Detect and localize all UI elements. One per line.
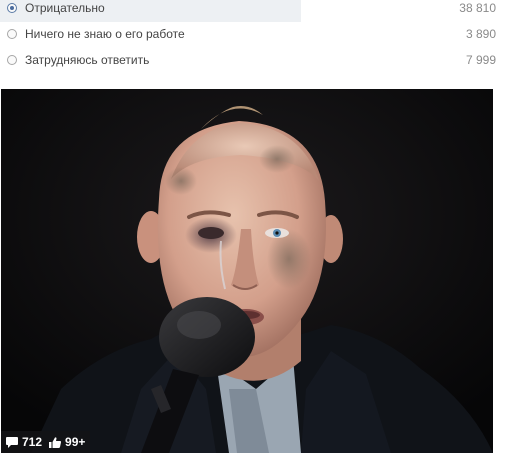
likes-count: 99+ (65, 435, 86, 449)
poll-option-label[interactable]: Ничего не знаю о его работе (25, 27, 185, 42)
poll: Отрицательно 38 810 Ничего не знаю о его… (0, 0, 505, 74)
poll-option-count: 3 890 (465, 27, 496, 41)
radio-button[interactable] (7, 3, 17, 13)
photo-illustration (1, 89, 493, 453)
comments-count: 712 (22, 435, 43, 449)
poll-option-label[interactable]: Отрицательно (25, 1, 105, 16)
poll-option[interactable]: Отрицательно 38 810 (0, 0, 505, 22)
poll-option-count: 38 810 (459, 1, 496, 15)
poll-option-count: 7 999 (465, 53, 496, 67)
likes-counter[interactable]: 99+ (48, 435, 85, 449)
poll-option[interactable]: Ничего не знаю о его работе 3 890 (0, 22, 505, 48)
photo-stats: 712 99+ (1, 431, 91, 453)
post-photo[interactable] (1, 89, 493, 453)
radio-button[interactable] (7, 55, 17, 65)
comments-counter[interactable]: 712 (5, 435, 42, 449)
thumbs-up-icon (49, 436, 62, 448)
radio-button[interactable] (7, 29, 17, 39)
poll-option-label[interactable]: Затрудняюсь ответить (25, 53, 149, 68)
poll-option[interactable]: Затрудняюсь ответить 7 999 (0, 48, 505, 74)
comment-icon (6, 436, 18, 448)
